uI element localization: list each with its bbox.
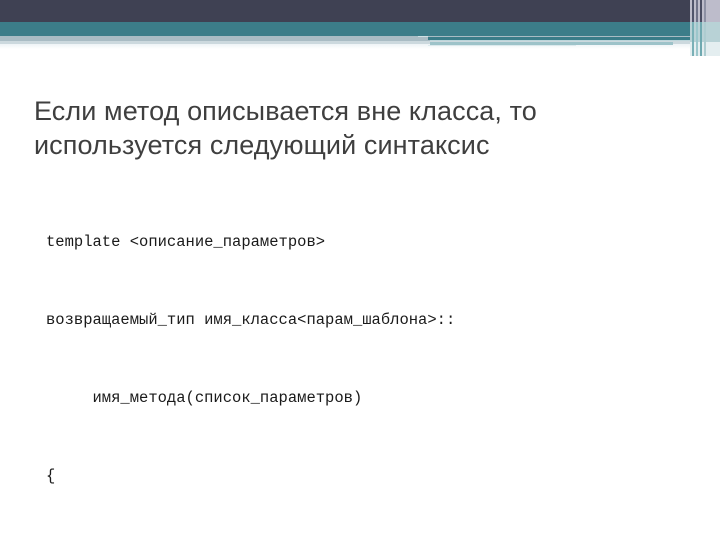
- right-stripe-lower-3: [700, 22, 702, 56]
- header-band-navy: [0, 0, 720, 22]
- header-accent-rule-tip: [418, 36, 428, 37]
- code-line: {: [46, 467, 56, 485]
- header-accent-rule-2: [430, 40, 695, 41]
- right-stripe-lower-4: [704, 22, 706, 56]
- header-decoration: [0, 0, 720, 56]
- slide-canvas: Если метод описывается вне класса, то ис…: [0, 0, 720, 540]
- right-stripe-lower-1: [692, 22, 694, 56]
- header-right-stripe-panel: [690, 0, 720, 56]
- header-accent-rule-4: [428, 45, 576, 46]
- code-line: возвращаемый_тип имя_класса<парам_шаблон…: [46, 311, 456, 329]
- code-line: имя_метода(список_параметров): [46, 389, 363, 407]
- header-band-teal: [0, 22, 720, 36]
- right-stripe-lower-2: [696, 22, 698, 56]
- code-line: template <описание_параметров>: [46, 233, 326, 251]
- code-block: template <описание_параметров> возвращае…: [46, 177, 686, 540]
- slide-title: Если метод описывается вне класса, то ис…: [34, 96, 537, 160]
